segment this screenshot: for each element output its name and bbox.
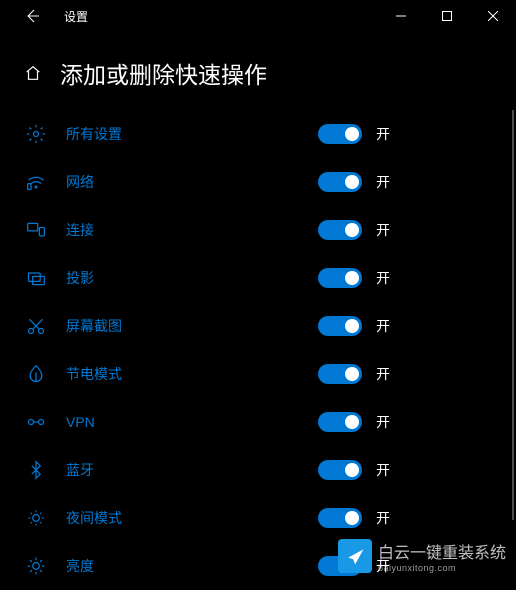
bluetooth-icon <box>24 458 48 482</box>
watermark-logo-icon <box>338 539 372 573</box>
row-screenshot: 屏幕截图 开 <box>24 302 500 350</box>
wifi-icon <box>24 170 48 194</box>
toggle-state-label: 开 <box>376 220 390 240</box>
toggle-all-settings[interactable] <box>318 124 362 144</box>
row-label: VPN <box>66 414 95 430</box>
toggle-night-light[interactable] <box>318 508 362 528</box>
window-title: 设置 <box>64 8 88 25</box>
toggle-state-label: 开 <box>376 508 390 528</box>
titlebar: 设置 <box>0 0 516 32</box>
page-title: 添加或删除快速操作 <box>60 56 267 90</box>
row-network: 网络 开 <box>24 158 500 206</box>
row-connect: 连接 开 <box>24 206 500 254</box>
row-bluetooth: 蓝牙 开 <box>24 446 500 494</box>
toggle-vpn[interactable] <box>318 412 362 432</box>
home-icon <box>24 64 42 82</box>
minimize-button[interactable] <box>378 0 424 32</box>
toggle-state-label: 开 <box>376 412 390 432</box>
arrow-left-icon <box>24 8 40 24</box>
connect-icon <box>24 218 48 242</box>
row-label: 网络 <box>66 172 94 192</box>
night-light-icon <box>24 506 48 530</box>
toggle-project[interactable] <box>318 268 362 288</box>
toggle-network[interactable] <box>318 172 362 192</box>
row-all-settings: 所有设置 开 <box>24 110 500 158</box>
row-label: 屏幕截图 <box>66 316 122 336</box>
row-night-light: 夜间模式 开 <box>24 494 500 542</box>
toggle-battery-saver[interactable] <box>318 364 362 384</box>
row-project: 投影 开 <box>24 254 500 302</box>
close-icon <box>488 11 498 21</box>
toggle-state-label: 开 <box>376 364 390 384</box>
window-controls <box>378 0 516 32</box>
row-label: 蓝牙 <box>66 460 94 480</box>
row-label: 连接 <box>66 220 94 240</box>
watermark-text: 白云一键重装系统 <box>378 539 506 563</box>
maximize-button[interactable] <box>424 0 470 32</box>
row-battery-saver: 节电模式 开 <box>24 350 500 398</box>
toggle-state-label: 开 <box>376 268 390 288</box>
brightness-icon <box>24 554 48 578</box>
home-button[interactable] <box>24 64 42 82</box>
row-label: 夜间模式 <box>66 508 122 528</box>
snip-icon <box>24 314 48 338</box>
quick-actions-list: 所有设置 开 网络 开 连接 开 投影 开 <box>0 110 516 590</box>
page-header: 添加或删除快速操作 <box>0 32 516 110</box>
watermark-sub: baiyunxitong.com <box>378 563 506 573</box>
toggle-bluetooth[interactable] <box>318 460 362 480</box>
toggle-state-label: 开 <box>376 460 390 480</box>
row-label: 节电模式 <box>66 364 122 384</box>
back-button[interactable] <box>16 8 48 24</box>
toggle-state-label: 开 <box>376 316 390 336</box>
toggle-screenshot[interactable] <box>318 316 362 336</box>
toggle-state-label: 开 <box>376 172 390 192</box>
minimize-icon <box>396 11 406 21</box>
row-vpn: VPN 开 <box>24 398 500 446</box>
row-label: 投影 <box>66 268 94 288</box>
leaf-icon <box>24 362 48 386</box>
project-icon <box>24 266 48 290</box>
maximize-icon <box>442 11 452 21</box>
watermark: 白云一键重装系统 baiyunxitong.com <box>338 539 506 573</box>
toggle-state-label: 开 <box>376 124 390 144</box>
toggle-connect[interactable] <box>318 220 362 240</box>
vpn-icon <box>24 410 48 434</box>
row-label: 亮度 <box>66 556 94 576</box>
gear-icon <box>24 122 48 146</box>
row-label: 所有设置 <box>66 124 122 144</box>
close-button[interactable] <box>470 0 516 32</box>
scrollbar[interactable] <box>512 110 514 520</box>
